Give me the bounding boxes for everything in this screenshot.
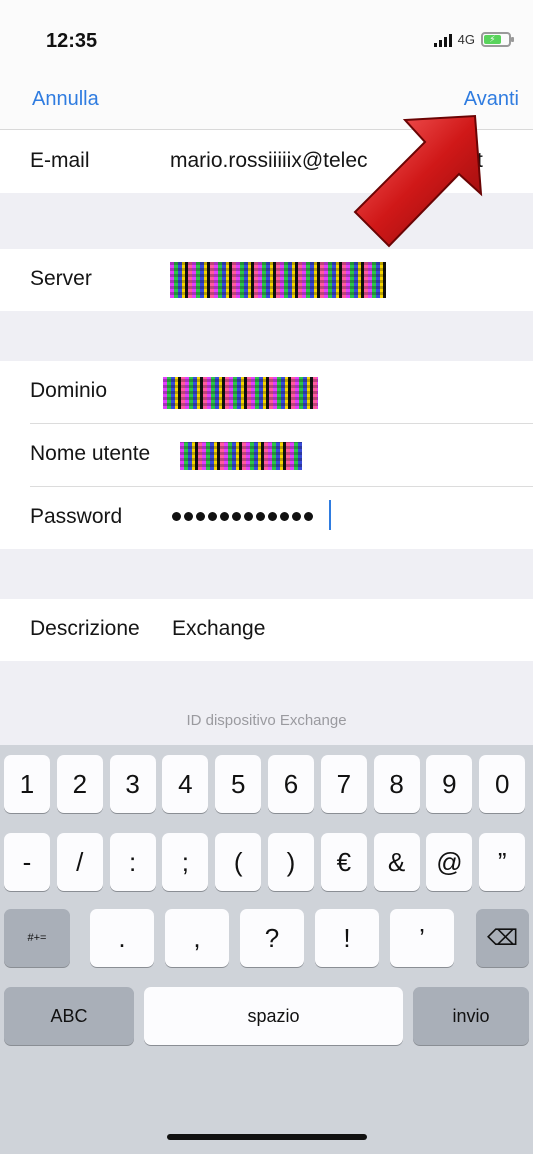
number-key[interactable]: 9 xyxy=(426,755,473,813)
device-id-label: ID dispositivo Exchange xyxy=(186,712,347,729)
server-label: Server xyxy=(30,267,92,290)
domain-label: Dominio xyxy=(30,379,108,402)
status-bar: 12:35 4G ⚡ xyxy=(0,0,533,72)
key-abc[interactable]: ABC xyxy=(4,987,134,1045)
email-label: E-mail xyxy=(30,149,90,172)
number-key[interactable]: 3 xyxy=(109,755,156,813)
email-field-tail: t xyxy=(477,149,483,172)
symbol-key[interactable]: : xyxy=(109,833,156,891)
description-label: Descrizione xyxy=(30,617,140,640)
symbol-key[interactable]: & xyxy=(373,833,420,891)
symbol-key[interactable]: ) xyxy=(268,833,314,891)
section-gap xyxy=(0,661,533,745)
password-field[interactable] xyxy=(172,512,313,521)
number-key[interactable]: 8 xyxy=(373,755,420,813)
symbol-key[interactable]: / xyxy=(56,833,103,891)
next-button[interactable]: Avanti xyxy=(464,88,519,111)
number-key[interactable]: 1 xyxy=(4,755,50,813)
keyboard: 1234567890 - /:;() € & @” #+= .,?!’ ⌫ ABC sp… xyxy=(0,745,533,1154)
symbol-key[interactable]: - xyxy=(4,833,50,891)
section-gap xyxy=(0,549,533,599)
number-key[interactable]: 5 xyxy=(215,755,262,813)
nav-bar: Annulla Avanti xyxy=(0,72,533,130)
symbol-key[interactable]: ” xyxy=(479,833,526,891)
symbol-key[interactable]: @ xyxy=(426,833,473,891)
symbol-key[interactable]: ; xyxy=(162,833,209,891)
key-more-symbols[interactable]: #+= xyxy=(4,909,70,967)
section-gap xyxy=(0,193,533,249)
battery-charging-icon: ⚡ xyxy=(484,34,501,44)
delete-key-icon[interactable]: ⌫ xyxy=(476,909,529,967)
status-time: 12:35 xyxy=(46,30,98,52)
domain-field-redacted[interactable] xyxy=(163,377,318,409)
email-row[interactable]: E-mail mario.rossiiiiix@telec t xyxy=(0,131,533,193)
number-key[interactable]: 2 xyxy=(56,755,103,813)
key-return[interactable]: invio xyxy=(413,987,529,1045)
number-key[interactable]: 4 xyxy=(162,755,209,813)
section-gap xyxy=(0,311,533,361)
description-row[interactable]: Descrizione Exchange xyxy=(0,599,533,661)
username-label: Nome utente xyxy=(30,442,151,465)
email-field[interactable]: mario.rossiiiiix@telec xyxy=(170,149,368,173)
number-key[interactable]: 0 xyxy=(479,755,526,813)
password-label: Password xyxy=(30,505,123,528)
symbol-key[interactable]: ( xyxy=(215,833,262,891)
symbol-key[interactable]: € xyxy=(320,833,367,891)
username-field-redacted[interactable] xyxy=(180,442,302,470)
domain-row[interactable]: Dominio xyxy=(0,361,533,423)
number-key[interactable]: 6 xyxy=(268,755,314,813)
server-field-redacted[interactable] xyxy=(170,262,386,298)
server-row[interactable]: Server xyxy=(0,249,533,311)
home-indicator xyxy=(167,1134,367,1140)
punctuation-key[interactable]: . xyxy=(90,909,154,967)
description-field[interactable]: Exchange xyxy=(172,617,265,641)
status-indicators: 4G ⚡ xyxy=(433,32,514,47)
signal-icon xyxy=(433,33,452,47)
punctuation-key[interactable]: ’ xyxy=(390,909,454,967)
network-type: 4G xyxy=(457,32,475,47)
battery-icon: ⚡ xyxy=(481,32,514,47)
punctuation-key[interactable]: ! xyxy=(315,909,379,967)
text-cursor xyxy=(329,500,331,530)
cancel-button[interactable]: Annulla xyxy=(32,88,99,111)
punctuation-key[interactable]: ? xyxy=(240,909,304,967)
key-space[interactable]: spazio xyxy=(144,987,403,1045)
username-row[interactable]: Nome utente xyxy=(0,424,533,486)
number-key[interactable]: 7 xyxy=(320,755,367,813)
punctuation-key[interactable]: , xyxy=(165,909,229,967)
